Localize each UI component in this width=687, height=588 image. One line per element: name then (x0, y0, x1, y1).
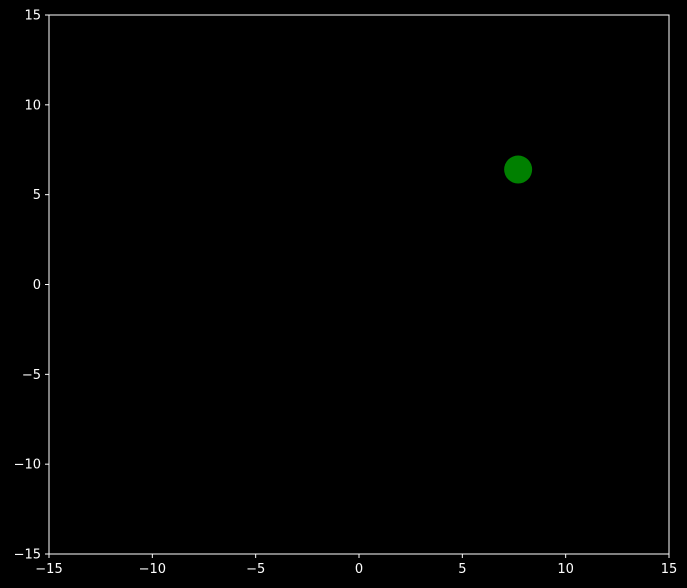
y-tick-label: 0 (33, 278, 41, 293)
y-tick-label: −15 (14, 548, 41, 563)
x-tick-label: 15 (661, 562, 678, 577)
x-tick-label: −5 (246, 562, 265, 577)
scatter-chart: −15 −10 −5 0 5 10 15 −15 −10 −5 0 5 10 15 (14, 9, 678, 578)
plot-area (48, 14, 670, 555)
y-axis: −15 −10 −5 0 5 10 15 (14, 9, 49, 563)
data-points (504, 155, 533, 184)
y-tick-label: 15 (24, 9, 41, 24)
x-tick-label: −15 (35, 562, 62, 577)
y-tick-label: −5 (22, 368, 41, 383)
data-point (504, 155, 533, 184)
chart-container: −15 −10 −5 0 5 10 15 −15 −10 −5 0 5 10 15 (0, 0, 687, 588)
x-tick-label: 5 (458, 562, 466, 577)
y-tick-label: 10 (24, 98, 41, 113)
y-tick-label: −10 (14, 458, 41, 473)
x-axis: −15 −10 −5 0 5 10 15 (35, 554, 677, 577)
y-tick-label: 5 (33, 188, 41, 203)
x-tick-label: 10 (557, 562, 574, 577)
x-tick-label: −10 (139, 562, 166, 577)
x-tick-label: 0 (355, 562, 363, 577)
